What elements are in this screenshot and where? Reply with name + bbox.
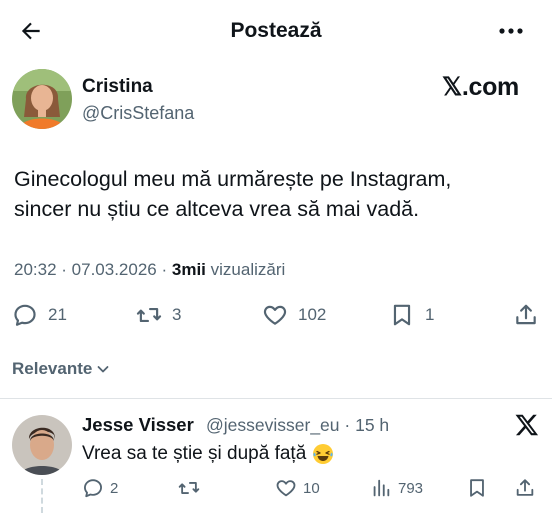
reply-text: Vrea sa te știe și după față bbox=[82, 442, 334, 466]
reply-like-count: 10 bbox=[303, 479, 320, 497]
more-options-icon[interactable] bbox=[497, 21, 525, 41]
reply-text-content: Vrea sa te știe și după față bbox=[82, 443, 307, 464]
thread-line bbox=[41, 479, 43, 513]
reply-author-avatar[interactable] bbox=[12, 415, 72, 475]
author-handle[interactable]: @CrisStefana bbox=[82, 102, 194, 124]
bookmark-count: 1 bbox=[425, 305, 435, 324]
repost-icon bbox=[136, 302, 162, 328]
page-title: Postează bbox=[230, 19, 322, 42]
heart-icon bbox=[275, 477, 297, 499]
reply-views-button[interactable]: 793 bbox=[370, 477, 423, 499]
reply-count: 21 bbox=[48, 305, 67, 324]
sort-label: Relevante bbox=[12, 359, 93, 378]
post-date[interactable]: 07.03.2026 bbox=[72, 260, 157, 279]
repost-count: 3 bbox=[172, 305, 182, 324]
views-label: vizualizări bbox=[210, 260, 286, 279]
divider bbox=[0, 398, 552, 399]
reply-time[interactable]: 15 h bbox=[355, 415, 389, 435]
reply-author-name[interactable]: Jesse Visser bbox=[82, 414, 194, 436]
reply-author-handle[interactable]: @jessevisser_eu bbox=[206, 415, 340, 435]
x-logo-icon bbox=[514, 412, 540, 438]
share-icon bbox=[513, 302, 539, 328]
heart-icon bbox=[262, 302, 288, 328]
reply-views-count: 793 bbox=[398, 479, 424, 497]
reply-author-meta: @jessevisser_eu · 15 h bbox=[206, 415, 390, 435]
reply-reply-count: 2 bbox=[110, 479, 119, 497]
views-count: 3mii bbox=[171, 260, 206, 279]
like-count: 102 bbox=[298, 305, 327, 324]
share-icon bbox=[514, 477, 536, 499]
bookmark-button[interactable]: 1 bbox=[389, 302, 434, 328]
reply-like-button[interactable]: 10 bbox=[275, 477, 320, 499]
author-name[interactable]: Cristina bbox=[82, 76, 153, 98]
x-com-watermark: 𝕏.com bbox=[442, 73, 519, 101]
reply-icon bbox=[82, 477, 104, 499]
reply-repost-button[interactable] bbox=[178, 477, 206, 499]
repost-icon bbox=[178, 477, 200, 499]
chevron-down-icon bbox=[96, 362, 110, 376]
laughing-emoji-icon bbox=[312, 443, 334, 465]
reply-button[interactable]: 21 bbox=[12, 302, 67, 328]
post-text: Ginecologul meu mă urmărește pe Instagra… bbox=[14, 167, 452, 221]
sort-dropdown[interactable]: Relevante bbox=[12, 358, 110, 380]
views-chart-icon bbox=[370, 477, 392, 499]
share-button[interactable] bbox=[513, 302, 549, 328]
reply-icon bbox=[12, 302, 38, 328]
author-avatar[interactable] bbox=[12, 69, 72, 129]
post-meta: 20:32 · 07.03.2026 · 3mii vizualizări bbox=[14, 260, 286, 279]
reply-share-button[interactable] bbox=[514, 477, 542, 499]
like-button[interactable]: 102 bbox=[262, 302, 326, 328]
bookmark-icon bbox=[466, 477, 488, 499]
bookmark-icon bbox=[389, 302, 415, 328]
post-time[interactable]: 20:32 bbox=[14, 260, 57, 279]
repost-button[interactable]: 3 bbox=[136, 302, 181, 328]
reply-bookmark-button[interactable] bbox=[466, 477, 494, 499]
reply-reply-button[interactable]: 2 bbox=[82, 477, 118, 499]
